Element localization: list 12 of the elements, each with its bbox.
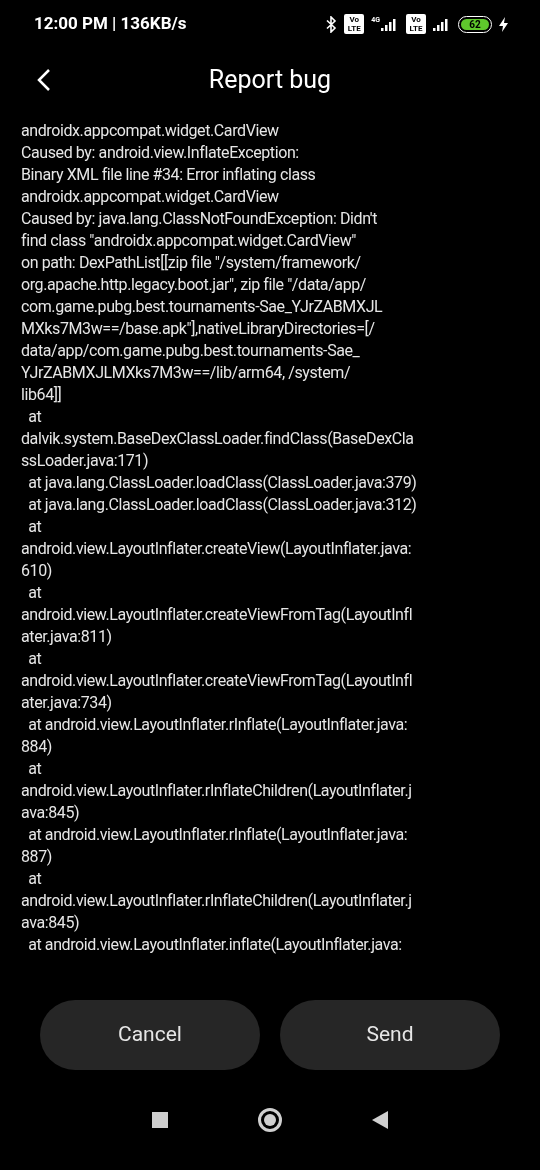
back-nav-button[interactable] <box>372 1111 388 1129</box>
bug-report-log: androidx.appcompat.widget.CardView Caused by: android.view.InflateException: Binary XML file line #34: Error inflating class androidx.appcompat.widget.CardView Caused by: java.lang.ClassNotFoundException: Didn't find class "androidx.appcompat.widget.CardView" on path: DexPathList[[zip file "/system/framework/ org.apache.http.legacy.boot.jar", zip file "/data/app/ com.game.pubg.best.tournaments-Sae_YJrZABMXJL MXks7M3w==/base.apk"],nativeLibraryDirectories=[/ data/app/com.game.pubg.best.tournaments-Sae_ YJrZABMXJLMXks7M3w==/lib/arm64, /system/ lib64]] at dalvik.system.BaseDexClassLoader.findClass(BaseDexCla ssLoader.java:171) at java.lang.ClassLoader.loadClass(ClassLoader.java:379) at java.lang.ClassLoader.loadClass(ClassLoader.java:312) at android.view.LayoutInflater.createView(LayoutInflater.java: 610) at android.view.LayoutInflater.createViewFromTag(LayoutInfl ater.java:811) at android.view.LayoutInflater.createViewFromTag(LayoutInfl ater.java:734) at android.view.LayoutInflater.rInflate(LayoutInflater.java: 884) at android.view.LayoutInflater.rInflateChildren(LayoutInflater.j ava:845) at android.view.LayoutInflater.rInflate(LayoutInflater.java: 887) at android.view.LayoutInflater.rInflateChildren(LayoutInflater.j ava:845) at android.view.LayoutInflater.inflate(LayoutInflater.java: <box>21 120 418 956</box>
signal-icon <box>433 17 451 31</box>
bluetooth-icon <box>326 15 338 33</box>
volte-badge: Vo LTE <box>344 14 365 34</box>
status-time: 12:00 PM | 136KB/s <box>34 12 187 36</box>
send-button[interactable]: Send <box>280 1000 500 1070</box>
home-button[interactable] <box>258 1108 282 1132</box>
page-title: Report bug <box>208 64 332 97</box>
cancel-button[interactable]: Cancel <box>40 1000 260 1070</box>
volte-badge: Vo LTE <box>406 14 426 34</box>
signal-icon <box>381 17 399 31</box>
